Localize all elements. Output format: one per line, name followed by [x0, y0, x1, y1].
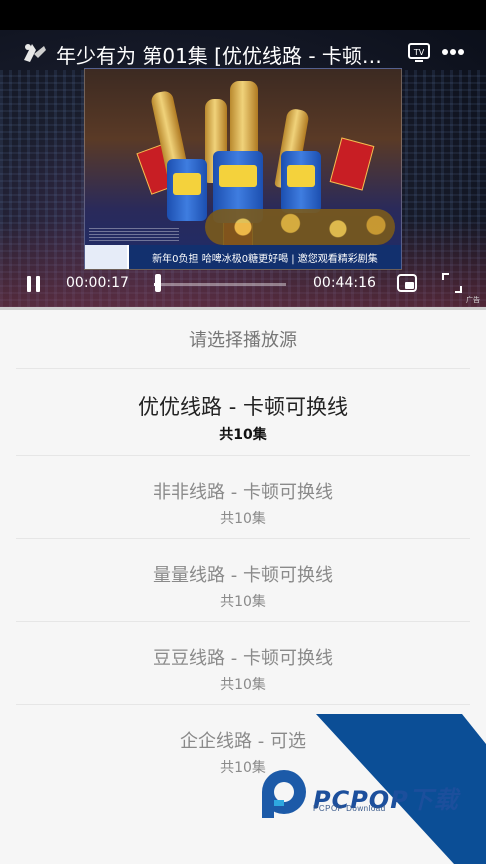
seek-bar[interactable] [154, 283, 286, 286]
ad-caption: 新年0负担 哈啤冰极0糖更好喝 | 邀您观看精彩剧集 [152, 253, 378, 265]
source-list: 优优线路 - 卡顿可换线 共10集 非非线路 - 卡顿可换线 共10集 量量线路… [16, 368, 470, 787]
video-player[interactable]: 新年0负担 哈啤冰极0糖更好喝 | 邀您观看精彩剧集 年少有为 第01集 [优优… [0, 30, 486, 308]
player-top-bar: 年少有为 第01集 [优优线路 - 卡顿… TV [0, 30, 486, 74]
total-time: 00:44:16 [313, 275, 376, 291]
tv-cast-icon[interactable]: TV [407, 41, 431, 63]
source-item-doudou[interactable]: 豆豆线路 - 卡顿可换线 共10集 [16, 621, 470, 704]
source-episode-count: 共10集 [220, 677, 266, 693]
source-episode-count: 共10集 [220, 511, 266, 527]
source-name: 优优线路 - 卡顿可换线 [138, 395, 348, 419]
more-dots-icon[interactable] [440, 40, 466, 64]
video-title: 年少有为 第01集 [优优线路 - 卡顿… [56, 44, 382, 68]
source-item-qiqi[interactable]: 企企线路 - 可选 共10集 [16, 704, 470, 787]
sheet-title: 请选择播放源 [189, 330, 297, 351]
seek-thumb[interactable] [154, 274, 161, 292]
fullscreen-icon[interactable] [441, 272, 463, 294]
ad-tag: 广告 [466, 296, 480, 304]
ad-fine-print [89, 227, 179, 241]
pause-icon[interactable] [24, 274, 44, 294]
pip-icon[interactable] [396, 272, 418, 294]
status-bar [0, 0, 486, 30]
source-item-feifei[interactable]: 非非线路 - 卡顿可换线 共10集 [16, 455, 470, 538]
source-name: 豆豆线路 - 卡顿可换线 [153, 648, 333, 669]
video-frame: 新年0负担 哈啤冰极0糖更好喝 | 邀您观看精彩剧集 [84, 68, 402, 270]
source-sheet: 请选择播放源 优优线路 - 卡顿可换线 共10集 非非线路 - 卡顿可换线 共1… [0, 310, 486, 864]
red-envelope [329, 137, 375, 191]
player-controls: 00:00:17 00:44:16 广告 [0, 266, 486, 304]
source-episode-count: 共10集 [219, 427, 267, 443]
can [167, 159, 207, 221]
gold-coins [205, 209, 395, 245]
can [281, 151, 321, 213]
svg-text:TV: TV [413, 48, 425, 57]
source-name: 量量线路 - 卡顿可换线 [153, 565, 333, 586]
source-name: 非非线路 - 卡顿可换线 [153, 482, 333, 503]
source-episode-count: 共10集 [220, 760, 266, 776]
back-logo-icon[interactable] [20, 40, 50, 66]
source-item-liangliang[interactable]: 量量线路 - 卡顿可换线 共10集 [16, 538, 470, 621]
source-episode-count: 共10集 [220, 594, 266, 610]
current-time: 00:00:17 [66, 275, 129, 291]
source-item-youyou[interactable]: 优优线路 - 卡顿可换线 共10集 [16, 368, 470, 455]
source-name: 企企线路 - 可选 [180, 731, 306, 752]
